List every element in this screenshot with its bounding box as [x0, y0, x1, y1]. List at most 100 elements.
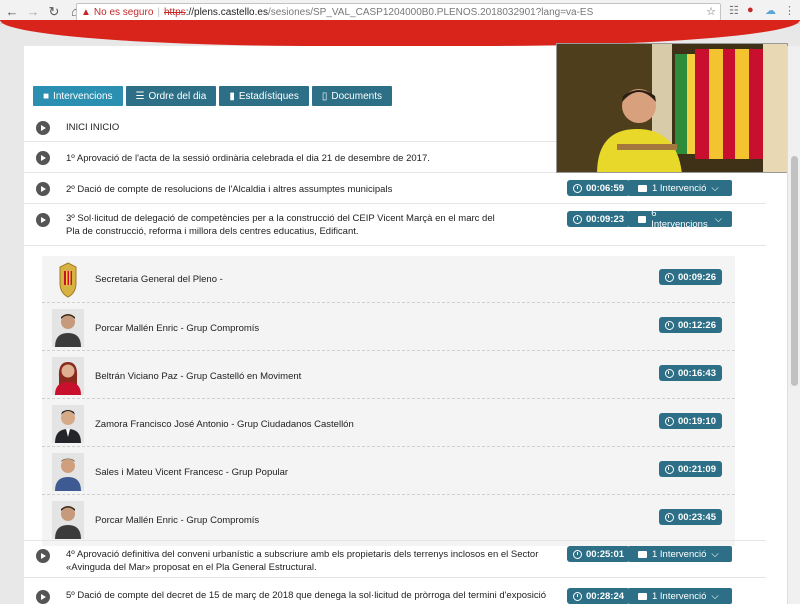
time-button[interactable]: 00:09:23	[567, 211, 631, 227]
interventions-button[interactable]: 1 Intervenció ⌵	[628, 588, 732, 604]
comment-icon	[638, 550, 647, 558]
speaker-name: Zamora Francisco José Antonio - Grup Ciu…	[95, 419, 354, 430]
video-player[interactable]	[556, 43, 788, 173]
play-icon[interactable]	[36, 182, 50, 196]
clock-icon	[573, 183, 582, 193]
back-icon[interactable]: ←	[3, 3, 21, 21]
speaker-row[interactable]: Sales i Mateu Vicent Francesc - Grup Pop…	[42, 448, 735, 495]
chevron-down-icon: ⌵	[714, 213, 722, 225]
time-label: 00:25:01	[586, 548, 625, 560]
time-button[interactable]: 00:28:24	[567, 588, 631, 604]
interventions-panel: Secretaria General del Pleno - 00:09:26 …	[42, 256, 735, 546]
speaker-row[interactable]: Porcar Mallén Enric - Grup Compromís 00:…	[42, 304, 735, 351]
document-icon: ▯	[321, 90, 328, 102]
agenda-text: INICI INICIO	[66, 122, 120, 133]
tab-label: Intervencions	[53, 90, 113, 102]
comment-icon	[638, 184, 647, 192]
tab-agenda[interactable]: ☰ Ordre del dia	[125, 86, 217, 106]
clock-icon	[573, 591, 582, 601]
agenda-text: 1º Aprovació de l'acta de la sessió ordi…	[66, 153, 430, 164]
play-icon[interactable]	[36, 121, 50, 135]
speaker-name: Porcar Mallén Enric - Grup Compromís	[95, 515, 260, 526]
clock-icon	[664, 416, 674, 426]
clock-icon	[664, 368, 674, 378]
avatar	[52, 357, 84, 395]
tab-label: Documents	[331, 90, 382, 102]
agenda-row: 2º Dació de compte de resolucions de l'A…	[24, 173, 766, 204]
speaker-row[interactable]: Beltrán Viciano Paz - Grup Castelló en M…	[42, 352, 735, 399]
time-button[interactable]: 00:19:10	[658, 413, 722, 429]
comment-icon	[638, 592, 647, 600]
speaker-name: Beltrán Viciano Paz - Grup Castelló en M…	[95, 371, 302, 382]
speaker-row[interactable]: Zamora Francisco José Antonio - Grup Ciu…	[42, 400, 735, 447]
menu-icon[interactable]: ⋮	[784, 4, 795, 17]
chevron-down-icon: ⌵	[711, 548, 719, 560]
cloud-icon[interactable]: ☁	[765, 4, 776, 17]
time-label: 00:12:26	[677, 319, 716, 331]
play-icon[interactable]	[36, 213, 50, 227]
time-button[interactable]: 00:21:09	[658, 461, 722, 477]
url-scheme: https	[164, 6, 186, 18]
time-button[interactable]: 00:09:26	[658, 269, 722, 285]
speaker-row[interactable]: Porcar Mallén Enric - Grup Compromís 00:…	[42, 496, 735, 543]
speaker-name: Sales i Mateu Vicent Francesc - Grup Pop…	[95, 467, 289, 478]
time-label: 00:21:09	[677, 463, 716, 475]
avatar	[52, 501, 84, 539]
agenda-text: 5º Dació de compte del decret de 15 de m…	[66, 590, 546, 601]
scroll-thumb[interactable]	[791, 156, 798, 386]
avatar	[52, 405, 84, 443]
speaker-name: Secretaria General del Pleno -	[95, 274, 223, 285]
speaker-name: Porcar Mallén Enric - Grup Compromís	[95, 323, 260, 334]
play-icon[interactable]	[36, 549, 50, 563]
time-label: 00:28:24	[586, 590, 625, 602]
tab-label: Estadístiques	[238, 90, 299, 102]
address-bar[interactable]: ▲ No es seguro | https ://plens.castello…	[76, 3, 721, 21]
clock-icon	[664, 512, 674, 522]
url-path: /sesiones/SP_VAL_CASP1204000B0.PLENOS.20…	[267, 6, 594, 18]
play-icon[interactable]	[36, 151, 50, 165]
bookmark-star-icon[interactable]: ☆	[706, 5, 716, 18]
tab-documents[interactable]: ▯ Documents	[311, 86, 392, 106]
interventions-button[interactable]: 1 Intervenció ⌵	[628, 180, 732, 196]
tab-interventions[interactable]: ■ Intervencions	[33, 86, 123, 106]
person-icon: ■	[43, 90, 50, 102]
tab-label: Ordre del dia	[148, 90, 207, 102]
time-label: 00:16:43	[677, 367, 716, 379]
interventions-label: 1 Intervenció	[652, 590, 707, 602]
chevron-down-icon: ⌵	[711, 590, 719, 602]
comment-icon	[638, 215, 647, 223]
insecure-label: No es seguro	[93, 6, 154, 18]
url-host: ://plens.castello.es	[185, 6, 268, 18]
chevron-down-icon: ⌵	[711, 182, 719, 194]
separator: |	[157, 6, 160, 18]
time-label: 00:23:45	[677, 511, 716, 523]
bar-chart-icon: ▮	[229, 90, 235, 102]
agenda-row: 5º Dació de compte del decret de 15 de m…	[24, 582, 766, 604]
coat-of-arms-icon	[52, 261, 84, 299]
scrollbar[interactable]	[787, 46, 800, 604]
clock-icon	[664, 464, 674, 474]
tab-statistics[interactable]: ▮ Estadístiques	[219, 86, 309, 106]
agenda-text: 4º Aprovació definitiva del conveni urba…	[66, 549, 539, 573]
time-button[interactable]: 00:06:59	[567, 180, 631, 196]
interventions-button[interactable]: 1 Intervenció ⌵	[628, 546, 732, 562]
time-button[interactable]: 00:25:01	[567, 546, 631, 562]
avatar	[52, 453, 84, 491]
speaker-row[interactable]: Secretaria General del Pleno - 00:09:26	[42, 256, 735, 303]
time-button[interactable]: 00:23:45	[658, 509, 722, 525]
interventions-button[interactable]: 6 Intervencions ⌵	[628, 208, 732, 230]
pinterest-icon[interactable]: ●	[747, 4, 754, 16]
agenda-row: 4º Aprovació definitiva del conveni urba…	[24, 540, 766, 578]
clock-icon	[573, 549, 582, 559]
avatar	[52, 309, 84, 347]
time-button[interactable]: 00:12:26	[658, 317, 722, 333]
interventions-label: 6 Intervencions	[651, 208, 708, 230]
extension-icon[interactable]: ☷	[729, 4, 739, 17]
interventions-label: 1 Intervenció	[652, 182, 707, 194]
clock-icon	[664, 320, 674, 330]
reload-icon[interactable]: ↻	[45, 3, 63, 21]
forward-icon[interactable]: →	[24, 3, 42, 21]
time-label: 00:19:10	[677, 415, 716, 427]
play-icon[interactable]	[36, 590, 50, 604]
time-button[interactable]: 00:16:43	[658, 365, 722, 381]
